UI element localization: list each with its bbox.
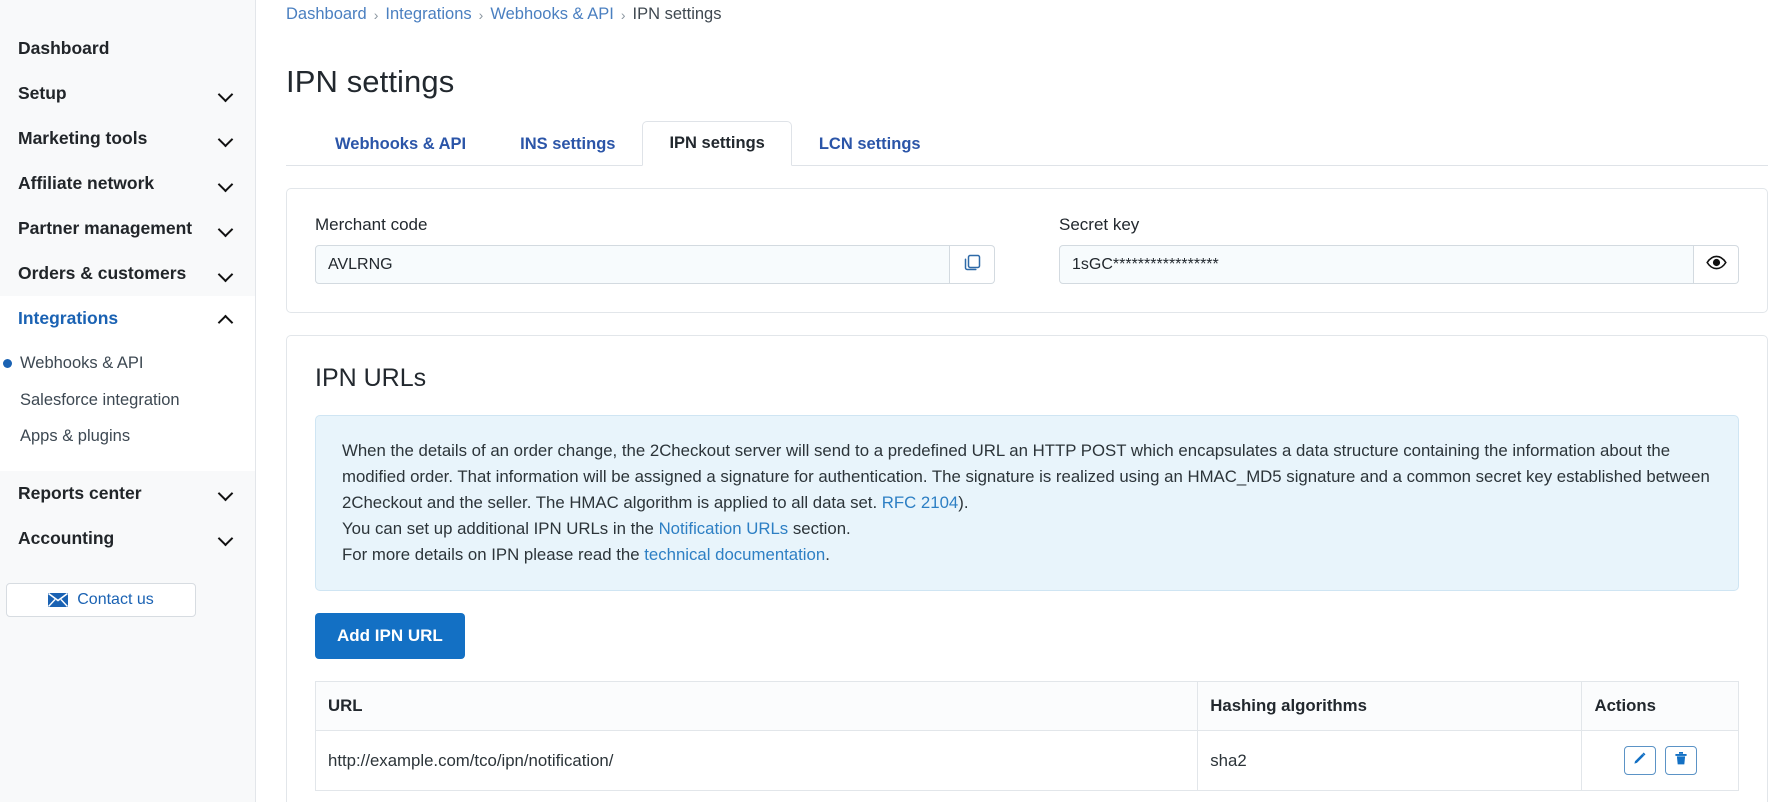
- tab-bar: Webhooks & API INS settings IPN settings…: [286, 121, 1768, 167]
- ipn-info-text-6: .: [825, 545, 830, 565]
- current-page-dot-icon: [3, 359, 12, 368]
- sidebar-item-integrations[interactable]: Integrations: [0, 296, 255, 341]
- ipn-info-paragraph: When the details of an order change, the…: [342, 438, 1712, 516]
- sidebar-item-accounting[interactable]: Accounting: [0, 516, 255, 561]
- column-header-actions: Actions: [1581, 681, 1739, 732]
- ipn-info-text-4: section.: [788, 519, 851, 539]
- page-title: IPN settings: [286, 64, 455, 100]
- contact-us-label: Contact us: [77, 590, 154, 608]
- merchant-code-label: Merchant code: [315, 215, 428, 235]
- cell-hashing-algorithm: sha2: [1197, 730, 1583, 792]
- edit-ipn-url-button[interactable]: [1623, 746, 1656, 776]
- chevron-down-icon: [219, 267, 233, 281]
- cell-actions: [1581, 730, 1739, 792]
- technical-documentation-link[interactable]: technical documentation: [644, 545, 825, 564]
- ipn-urls-title: IPN URLs: [315, 364, 427, 393]
- ipn-info-line-2: You can set up additional IPN URLs in th…: [342, 516, 1712, 542]
- sidebar-subitem-label: Apps & plugins: [20, 427, 131, 446]
- sidebar-item-label: Marketing tools: [18, 128, 148, 148]
- app-root: Dashboard Setup Marketing tools Affiliat…: [0, 0, 1789, 802]
- column-header-url: URL: [314, 681, 1199, 732]
- chevron-down-icon: [219, 132, 233, 146]
- sidebar-item-label: Affiliate network: [18, 173, 155, 193]
- credentials-card: Merchant code AVLRNG Secret key 1sGC****…: [286, 188, 1768, 314]
- sidebar-item-dashboard[interactable]: Dashboard: [0, 26, 255, 71]
- sidebar-item-partner-management[interactable]: Partner management: [0, 206, 255, 251]
- copy-icon: [963, 253, 982, 277]
- tab-webhooks-api[interactable]: Webhooks & API: [308, 122, 493, 166]
- ipn-info-text-2: ).: [958, 493, 969, 513]
- tab-ipn-settings[interactable]: IPN settings: [642, 121, 792, 167]
- merchant-code-input[interactable]: [315, 245, 950, 285]
- table-row: http://example.com/tco/ipn/notification/…: [314, 730, 1739, 792]
- ipn-urls-card: IPN URLs When the details of an order ch…: [286, 335, 1768, 802]
- sidebar-item-reports-center[interactable]: Reports center: [0, 471, 255, 516]
- contact-us-button[interactable]: Contact us: [6, 582, 196, 617]
- sidebar-item-setup[interactable]: Setup: [0, 71, 255, 116]
- chevron-down-icon: [219, 531, 233, 545]
- edit-icon: [1632, 751, 1647, 771]
- sidebar-item-label: Partner management: [18, 218, 193, 238]
- eye-icon: [1705, 255, 1727, 275]
- merchant-code-field-group: Merchant code: [315, 215, 1027, 285]
- sidebar-subitem-label: Webhooks & API: [20, 354, 144, 372]
- envelope-icon: [48, 592, 69, 607]
- chevron-up-icon: [219, 312, 233, 326]
- breadcrumb-separator-icon: ›: [478, 6, 484, 23]
- sidebar-subitem-label: Salesforce integration: [20, 390, 180, 409]
- ipn-info-box: When the details of an order change, the…: [315, 415, 1739, 592]
- ipn-info-text-3: You can set up additional IPN URLs in th…: [342, 519, 659, 539]
- sidebar-item-label: Dashboard: [18, 38, 110, 58]
- tab-lcn-settings[interactable]: LCN settings: [792, 122, 948, 166]
- sidebar-item-label: Accounting: [18, 527, 115, 548]
- notification-urls-link[interactable]: Notification URLs: [659, 519, 789, 538]
- sidebar-item-label: Setup: [18, 83, 67, 103]
- chevron-down-icon: [219, 87, 233, 101]
- copy-merchant-code-button[interactable]: [950, 245, 995, 285]
- ipn-urls-table: URL Hashing algorithms Actions http://ex…: [314, 681, 1739, 792]
- add-ipn-url-button[interactable]: Add IPN URL: [315, 613, 465, 660]
- sidebar-item-label: Reports center: [18, 482, 142, 503]
- sidebar-item-apps-plugins[interactable]: Apps & plugins: [0, 418, 255, 455]
- rfc-2104-link[interactable]: RFC 2104: [882, 493, 958, 512]
- sidebar-item-label: Integrations: [18, 308, 119, 328]
- breadcrumb-link-integrations[interactable]: Integrations: [385, 4, 471, 25]
- table-header-row: URL Hashing algorithms Actions: [314, 681, 1739, 732]
- tab-ins-settings[interactable]: INS settings: [493, 122, 642, 166]
- table-head: URL Hashing algorithms Actions: [314, 681, 1739, 732]
- delete-ipn-url-button[interactable]: [1664, 746, 1697, 776]
- ipn-info-text-1: When the details of an order change, the…: [342, 441, 1710, 513]
- chevron-down-icon: [219, 177, 233, 191]
- secret-key-label: Secret key: [1059, 215, 1140, 235]
- chevron-down-icon: [219, 486, 233, 500]
- secret-key-input[interactable]: [1059, 245, 1694, 285]
- sidebar-item-webhooks-api[interactable]: Webhooks & API: [0, 345, 255, 382]
- sidebar-submenu-integrations: Webhooks & API Salesforce integration Ap…: [0, 341, 255, 471]
- breadcrumb-separator-icon: ›: [373, 6, 379, 23]
- sidebar-item-affiliate-network[interactable]: Affiliate network: [0, 161, 255, 206]
- ipn-info-text-5: For more details on IPN please read the: [342, 545, 645, 565]
- sidebar-item-salesforce-integration[interactable]: Salesforce integration: [0, 382, 255, 419]
- column-header-hashing-algorithms: Hashing algorithms: [1197, 681, 1583, 732]
- breadcrumb-link-dashboard[interactable]: Dashboard: [286, 4, 367, 25]
- breadcrumb-link-webhooks-api[interactable]: Webhooks & API: [490, 4, 614, 25]
- sidebar-item-orders-customers[interactable]: Orders & customers: [0, 251, 255, 296]
- secret-key-field-group: Secret key: [1027, 215, 1739, 285]
- breadcrumb-current: IPN settings: [632, 5, 722, 23]
- main-content: Dashboard › Integrations › Webhooks & AP…: [256, 0, 1789, 802]
- sidebar: Dashboard Setup Marketing tools Affiliat…: [0, 0, 256, 802]
- breadcrumb: Dashboard › Integrations › Webhooks & AP…: [256, 0, 1789, 25]
- table-body: http://example.com/tco/ipn/notification/…: [314, 730, 1739, 792]
- sidebar-item-marketing-tools[interactable]: Marketing tools: [0, 116, 255, 161]
- contact-us-wrapper: Contact us: [0, 561, 255, 617]
- cell-url: http://example.com/tco/ipn/notification/: [314, 730, 1199, 792]
- sidebar-item-label: Orders & customers: [18, 263, 187, 283]
- ipn-info-line-3: For more details on IPN please read the …: [342, 542, 1712, 568]
- delete-icon: [1674, 751, 1688, 771]
- breadcrumb-separator-icon: ›: [620, 6, 626, 23]
- toggle-secret-key-visibility-button[interactable]: [1694, 245, 1739, 285]
- chevron-down-icon: [219, 222, 233, 236]
